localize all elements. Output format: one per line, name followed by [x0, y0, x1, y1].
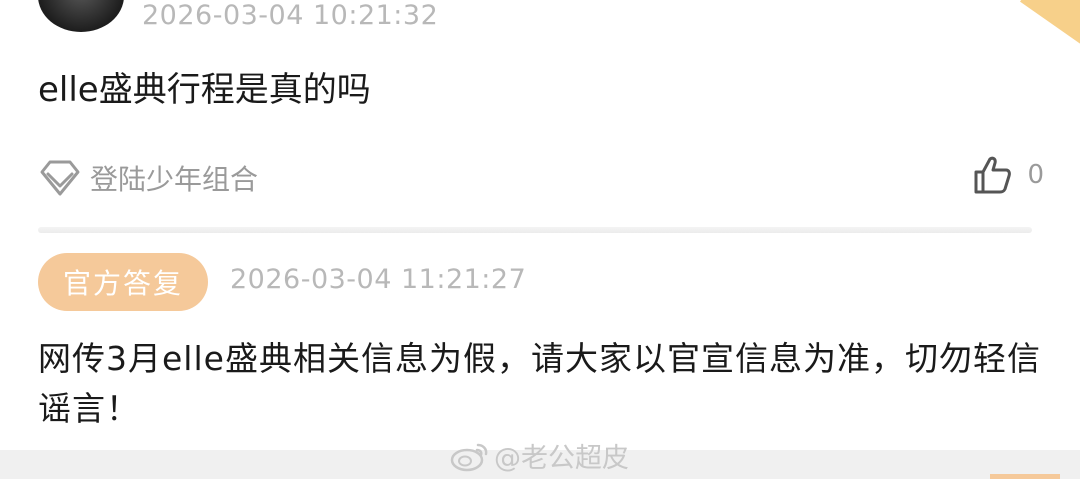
- question-text: elle盛典行程是真的吗: [38, 70, 371, 110]
- avatar[interactable]: [38, 0, 124, 32]
- group-tag[interactable]: 登陆少年组合: [38, 158, 258, 198]
- watermark-text: @老公超皮: [494, 443, 629, 474]
- footer-accent: [990, 474, 1060, 479]
- divider: [38, 227, 1032, 233]
- answer-timestamp: 2026-03-04 11:21:27: [230, 264, 527, 295]
- like-count: 0: [1027, 160, 1044, 190]
- diamond-icon: [40, 160, 80, 196]
- corner-ribbon: [1020, 0, 1080, 48]
- watermark: @老公超皮: [450, 436, 629, 475]
- answer-text: 网传3月elle盛典相关信息为假，请大家以官宣信息为准，切勿轻信谣言！: [38, 339, 1041, 428]
- question-timestamp: 2026-03-04 10:21:32: [142, 0, 439, 31]
- thumbs-up-icon: [974, 156, 1012, 194]
- official-reply-badge: 官方答复: [38, 253, 208, 311]
- like-button[interactable]: 0: [973, 152, 1044, 198]
- weibo-icon: [450, 443, 488, 471]
- group-tag-label: 登陆少年组合: [90, 163, 259, 196]
